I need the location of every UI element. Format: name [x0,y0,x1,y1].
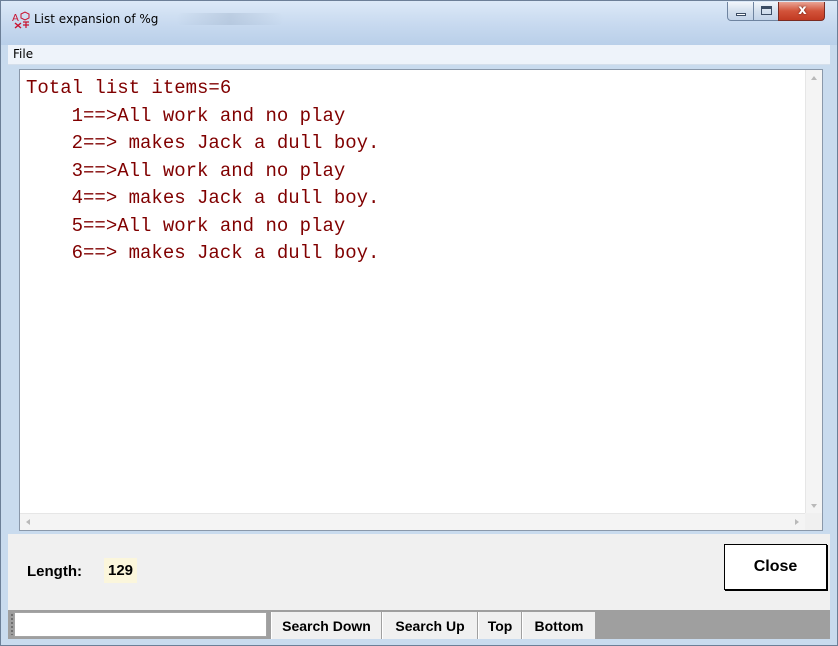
close-button[interactable]: Close [724,544,827,590]
scroll-up-arrow-icon[interactable] [811,76,817,80]
scrollbar-corner [805,513,822,530]
list-item: 6==> makes Jack a dull boy. [26,242,380,264]
maximize-icon [761,6,772,15]
window-title: List expansion of %g [34,12,159,26]
list-item: 4==> makes Jack a dull boy. [26,187,380,209]
search-input[interactable] [14,612,267,637]
close-window-button[interactable]: x [778,2,825,21]
output-text-area[interactable]: Total list items=6 1==>All work and no p… [19,69,823,531]
scroll-right-arrow-icon[interactable] [795,519,799,525]
list-item: 1==>All work and no play [26,104,346,127]
list-item: 3==>All work and no play [26,159,346,182]
list-item: 5==>All work and no play [26,214,346,237]
length-value: 129 [104,558,138,583]
output-text: Total list items=6 1==>All work and no p… [26,75,379,268]
title-glass-reflection [176,13,284,25]
vertical-scrollbar[interactable] [805,70,822,514]
scroll-down-arrow-icon[interactable] [811,504,817,508]
minimize-icon [736,13,746,16]
app-font-icon: A [12,11,30,29]
minimize-button[interactable] [727,2,754,21]
total-items-line: Total list items=6 [26,77,232,99]
top-button[interactable]: Top [478,612,522,639]
svg-text:A: A [12,13,19,24]
window-bottom-border [1,639,837,645]
list-expansion-window: A List expansion of %g x File Total list… [0,0,838,646]
menu-file[interactable]: File [13,47,33,61]
close-icon: x [798,3,807,18]
scroll-left-arrow-icon[interactable] [26,519,30,525]
length-label: Length: [27,563,82,580]
search-up-button[interactable]: Search Up [382,612,478,639]
menu-bar: File [8,45,830,65]
list-item: 2==> makes Jack a dull boy. [26,132,380,154]
search-down-button[interactable]: Search Down [271,612,382,639]
horizontal-scrollbar[interactable] [20,513,805,530]
title-bar[interactable]: A List expansion of %g x [1,1,837,45]
bottom-button[interactable]: Bottom [522,612,596,639]
maximize-button[interactable] [753,2,779,21]
